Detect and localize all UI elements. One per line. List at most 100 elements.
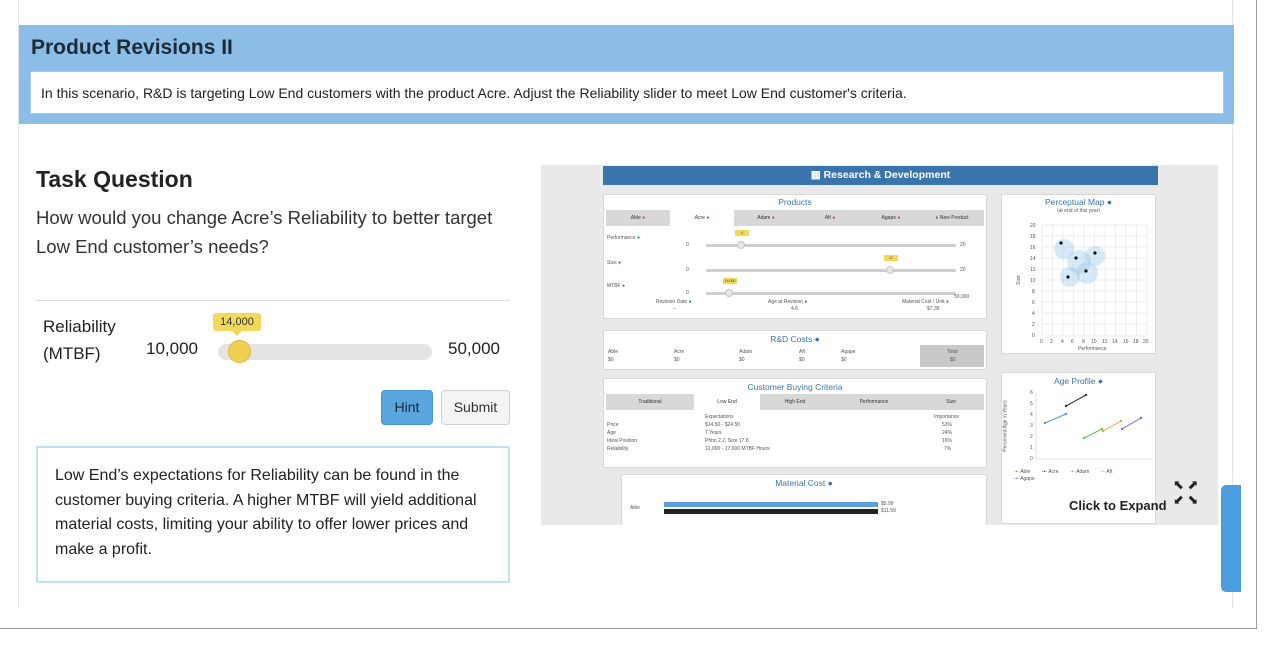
page-title: Product Revisions II (31, 36, 233, 59)
pm-x-tick: 0 (1040, 339, 1043, 345)
criteria-row-name: Ideal Position (607, 438, 638, 444)
criteria-row-importance: 7% (944, 446, 952, 452)
row-min-mtbf: 0 (686, 290, 689, 296)
rd-header-title: Research & Development (823, 169, 951, 181)
revision-date-label: Revision Date ● (656, 299, 692, 305)
criteria-tab-performance: Performance (859, 399, 889, 405)
pm-x-tick: 14 (1112, 339, 1118, 345)
mini-thumb-size (886, 266, 894, 274)
pm-x-tick: 16 (1123, 339, 1129, 345)
criteria-tabs: Traditional Low End High End Performance… (606, 394, 984, 410)
tab-new-product: ● New Product (935, 215, 969, 221)
reliability-slider-handle[interactable] (228, 340, 251, 363)
perceptual-map-chart (1041, 224, 1148, 337)
col-importance: Importance (934, 414, 960, 420)
cost-name-aft: Aft (799, 349, 806, 355)
products-panel: Products Able ● Acre ● Adam ● Aft ● Agap… (603, 194, 987, 319)
criteria-tab-size: Size (946, 399, 956, 405)
legend-aft: -•- Aft (1100, 469, 1113, 475)
rd-header-icon: ▦ (810, 169, 824, 181)
cost-value-adam: $0 (739, 357, 745, 363)
row-min-size: 0 (686, 267, 689, 273)
cost-name-able: Able (608, 349, 619, 355)
rd-preview-image[interactable]: ▦ Research & Development Products Able ●… (541, 165, 1218, 525)
criteria-title: Customer Buying Criteria (747, 382, 843, 392)
row-label-mtbf: MTBF ● (607, 283, 626, 289)
criteria-row-name: Age (607, 430, 616, 436)
submit-button[interactable]: Submit (441, 390, 510, 425)
criteria-row-importance: 53% (942, 422, 953, 428)
criteria-panel: Customer Buying Criteria Traditional Low… (603, 378, 987, 468)
pm-x-tick: 12 (1102, 339, 1108, 345)
material-cost-row-label: Able (630, 505, 641, 511)
mini-tag-performance: 4 (735, 230, 749, 236)
pm-y-tick: 18 (1030, 234, 1036, 240)
cost-value-acre: $0 (674, 357, 680, 363)
feedback-side-tab[interactable] (1221, 485, 1241, 592)
mini-tag-size: 17 (884, 255, 898, 261)
pm-x-tick: 20 (1143, 339, 1149, 345)
ap-y-tick: 3 (1030, 423, 1033, 429)
row-max-performance: 20 (960, 242, 966, 248)
pm-x-axis-label: Performance (1078, 346, 1107, 352)
task-title: Task Question (36, 166, 193, 192)
material-cost-value-2: $11.59 (881, 508, 896, 514)
products-tabs: Able ● Acre ● Adam ● Aft ● Agape ● ● New… (606, 210, 984, 226)
ap-y-tick: 2 (1030, 434, 1033, 440)
main-content: Product Revisions II In this scenario, R… (18, 0, 1234, 608)
pm-x-tick: 10 (1091, 339, 1097, 345)
pm-y-tick: 10 (1030, 278, 1036, 284)
pm-y-tick: 14 (1030, 256, 1036, 262)
row-max-size: 20 (960, 267, 966, 273)
pm-y-tick: 2 (1032, 322, 1035, 328)
hint-panel: Low End’s expectations for Reliability c… (36, 446, 510, 583)
legend-agape: -•- Agape (1014, 476, 1035, 482)
criteria-row-expectation: Pfmn 2.2, Size 17.8 (705, 438, 749, 444)
criteria-row-importance: 16% (942, 438, 953, 444)
pm-y-tick: 0 (1032, 333, 1035, 339)
pm-x-tick: 18 (1133, 339, 1139, 345)
pm-y-tick: 16 (1030, 245, 1036, 251)
material-cost-value: $7.35 (927, 306, 940, 312)
cost-value-aft: $0 (799, 357, 805, 363)
tab-able: Able ● (630, 215, 646, 221)
material-cost-value-1: $5.99 (881, 501, 894, 507)
pm-x-tick: 2 (1050, 339, 1053, 345)
hint-button[interactable]: Hint (381, 390, 433, 425)
criteria-row-expectation: 12,000 - 17,000 MTBF Hours (705, 446, 770, 452)
pm-y-tick: 6 (1032, 300, 1035, 306)
row-min-performance: 0 (686, 242, 689, 248)
mini-slider-mtbf (706, 292, 956, 295)
cost-name-agape: Agape (841, 349, 856, 355)
tab-adam: Adam ● (757, 215, 775, 221)
ap-y-tick: 0 (1030, 456, 1033, 462)
mini-slider-size (706, 269, 956, 272)
slider-min-label: 10,000 (146, 339, 198, 358)
criteria-row-importance: 24% (942, 430, 953, 436)
age-revision-label: Age at Revision ● (768, 299, 808, 305)
material-cost-title: Material Cost ● (775, 478, 833, 488)
pm-x-tick: 4 (1061, 339, 1064, 345)
criteria-row-name: Reliability (607, 446, 629, 452)
row-label-performance: Performance ● (607, 235, 641, 241)
criteria-row-expectation: 7 Years (705, 430, 722, 436)
app-frame: Product Revisions II In this scenario, R… (0, 0, 1257, 629)
expand-icon[interactable]: ⬉ ⬈ ⬋ ⬊ (1173, 477, 1203, 507)
material-cost-label: Material Cost / Unit ● (902, 299, 949, 305)
perceptual-map-panel: Perceptual Map ● (at end of this year) 2… (1001, 194, 1156, 354)
reliability-slider-label: Reliability (MTBF) (43, 313, 116, 367)
legend-acre: -•- Acre (1042, 469, 1059, 475)
pm-y-axis-label: Size (1015, 275, 1022, 285)
revision-date-value: -- (673, 306, 677, 312)
row-label-size: Size ● (607, 260, 622, 266)
cost-name-acre: Acre (674, 349, 685, 355)
criteria-row-expectation: $14.50 - $24.50 (705, 422, 741, 428)
slider-label-line2: (MTBF) (43, 344, 101, 363)
mini-tag-mtbf: 14,000 (723, 278, 737, 284)
cost-value-able: $0 (608, 357, 614, 363)
pm-x-tick: 6 (1071, 339, 1074, 345)
click-to-expand-label[interactable]: Click to Expand (1069, 498, 1167, 513)
cost-value-total: $0 (950, 357, 956, 363)
rd-costs-title: R&D Costs ● (770, 334, 820, 344)
slider-value-tooltip: 14,000 (213, 313, 261, 336)
